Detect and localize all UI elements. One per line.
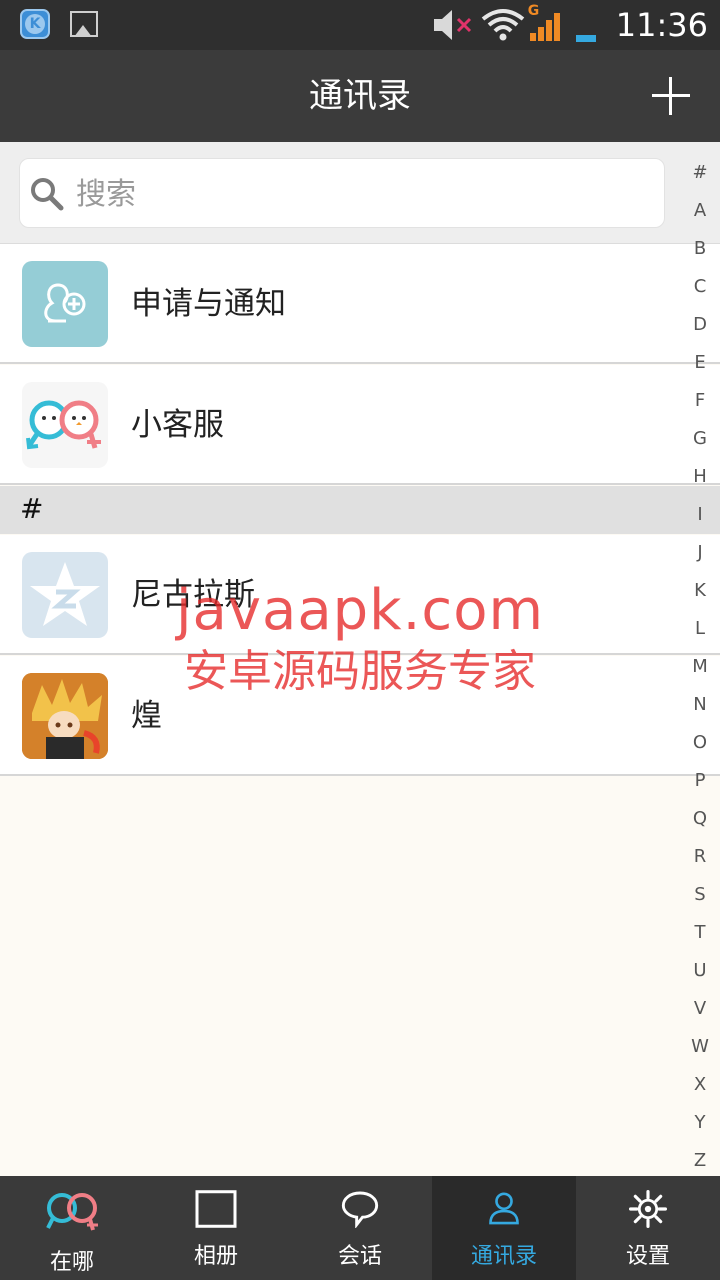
list-item-contact[interactable]: 尼古拉斯 xyxy=(0,535,720,655)
alphabet-index-letter[interactable]: K xyxy=(686,574,714,612)
alphabet-index-letter[interactable]: P xyxy=(686,764,714,802)
section-header: # xyxy=(0,486,720,534)
alphabet-index-letter[interactable]: O xyxy=(686,726,714,764)
nav-label: 通讯录 xyxy=(470,1244,537,1269)
title-bar: 通讯录 xyxy=(0,50,720,142)
alphabet-index-letter[interactable]: R xyxy=(686,840,714,878)
album-icon xyxy=(195,1190,237,1228)
alphabet-index-letter[interactable]: Y xyxy=(686,1106,714,1144)
image-notification-icon xyxy=(70,11,98,37)
gear-icon xyxy=(629,1190,667,1228)
status-bar: K G 11:36 xyxy=(0,0,720,50)
alphabet-index-letter[interactable]: G xyxy=(686,422,714,460)
nav-label: 设置 xyxy=(625,1244,670,1269)
contacts-person-icon xyxy=(489,1192,519,1225)
alphabet-index-letter[interactable]: D xyxy=(686,308,714,346)
anime-avatar xyxy=(22,673,108,759)
search-icon xyxy=(31,178,64,211)
alphabet-index-letter[interactable]: I xyxy=(686,498,714,536)
contact-name: 尼古拉斯 xyxy=(131,577,255,613)
contact-name: 申请与通知 xyxy=(131,286,286,322)
contact-name: 煌 xyxy=(131,698,162,734)
chat-bubble-icon xyxy=(341,1191,379,1228)
alphabet-index-letter[interactable]: S xyxy=(686,878,714,916)
alphabet-index-letter[interactable]: T xyxy=(686,916,714,954)
wifi-icon xyxy=(481,9,525,41)
nav-label: 会话 xyxy=(337,1244,382,1269)
contact-name: 小客服 xyxy=(131,407,224,443)
alphabet-index-letter[interactable]: C xyxy=(686,270,714,308)
alphabet-index-letter[interactable]: U xyxy=(686,954,714,992)
volume-muted-icon xyxy=(433,10,471,40)
list-item-contact[interactable]: 煌 xyxy=(0,656,720,776)
battery-icon xyxy=(575,35,596,42)
alphabet-index-letter[interactable]: Q xyxy=(686,802,714,840)
nav-item-album[interactable]: 相册 xyxy=(144,1176,288,1280)
alphabet-index-letter[interactable]: A xyxy=(686,194,714,232)
alphabet-index-letter[interactable]: J xyxy=(686,536,714,574)
nav-item-chat[interactable]: 会话 xyxy=(288,1176,432,1280)
qq-star-icon xyxy=(22,552,108,638)
alphabet-index-letter[interactable]: F xyxy=(686,384,714,422)
search-box[interactable] xyxy=(19,158,665,228)
alphabet-index-letter[interactable]: B xyxy=(686,232,714,270)
k-app-icon: K xyxy=(20,9,50,39)
alphabet-index-letter[interactable]: W xyxy=(686,1030,714,1068)
nav-label: 相册 xyxy=(193,1244,238,1269)
list-item-customer-service[interactable]: 小客服 xyxy=(0,365,720,485)
search-input[interactable] xyxy=(76,169,636,219)
search-area xyxy=(0,142,720,244)
nav-item-contacts[interactable]: 通讯录 xyxy=(432,1176,576,1280)
alphabet-index-letter[interactable]: H xyxy=(686,460,714,498)
couple-mascot-icon xyxy=(22,382,108,468)
alphabet-index-letter[interactable]: V xyxy=(686,992,714,1030)
add-contact-icon xyxy=(22,261,108,347)
alphabet-index-letter[interactable]: L xyxy=(686,612,714,650)
alphabet-index[interactable]: # A B C D E F G H I J K L M N O P Q R S T U V W X Y Z xyxy=(686,156,714,1182)
alphabet-index-letter[interactable]: # xyxy=(686,156,714,194)
section-letter: # xyxy=(20,492,44,525)
alphabet-index-letter[interactable]: N xyxy=(686,688,714,726)
bottom-nav: 在哪 相册 会话 通讯录 设置 xyxy=(0,1176,720,1280)
nav-label: 在哪 xyxy=(49,1250,94,1275)
cell-signal-icon: G xyxy=(528,3,562,43)
alphabet-index-letter[interactable]: X xyxy=(686,1068,714,1106)
page-title: 通讯录 xyxy=(309,76,411,116)
list-item-apply-notify[interactable]: 申请与通知 xyxy=(0,244,720,364)
alphabet-index-letter[interactable]: M xyxy=(686,650,714,688)
clock-time: 11:36 xyxy=(615,6,708,44)
nav-item-settings[interactable]: 设置 xyxy=(576,1176,720,1280)
couple-icon xyxy=(46,1193,98,1231)
add-contact-button[interactable] xyxy=(652,77,690,115)
alphabet-index-letter[interactable]: E xyxy=(686,346,714,384)
nav-item-where[interactable]: 在哪 xyxy=(0,1176,144,1280)
